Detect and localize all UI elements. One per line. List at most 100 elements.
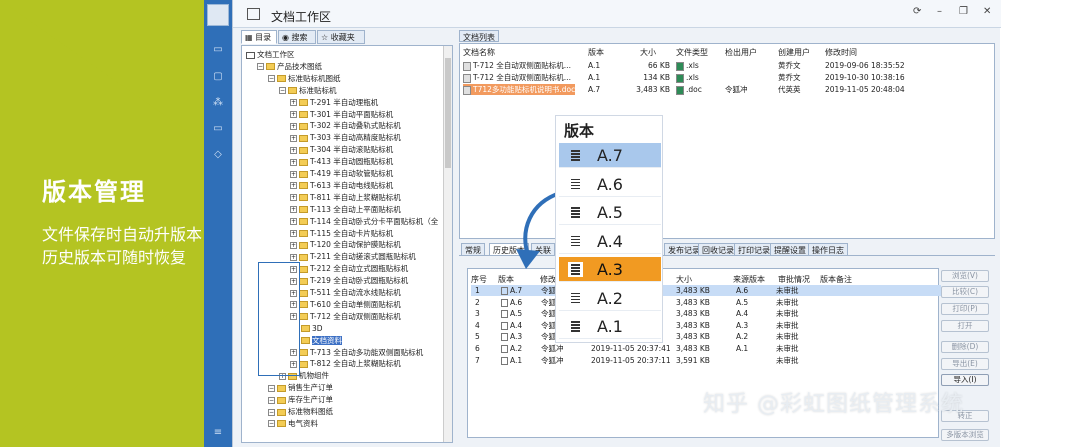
column-header[interactable]: 版本 <box>588 47 604 58</box>
column-header[interactable]: 版本备注 <box>820 274 852 285</box>
tree-node[interactable]: − 产品技术图纸 <box>257 61 322 72</box>
history-row[interactable]: 4 A.4 令狐 3,483 KB A.3 未审批 <box>471 320 941 331</box>
table-row[interactable]: T-712 全自动双侧面贴标机... A.1 134 KB .xls 黄乔文 2019-1… <box>463 72 983 83</box>
tree-node[interactable]: 3D <box>301 323 323 334</box>
avatar[interactable] <box>207 4 229 26</box>
expand-icon[interactable]: + <box>290 170 297 178</box>
tree-node[interactable]: + T-212 全自动立式圆瓶贴标机 <box>290 263 408 274</box>
tree-node[interactable]: + T-113 全自动上平面贴标机 <box>290 204 401 215</box>
tree-node[interactable]: + T-114 全自动卧式分卡平面贴标机（全 <box>290 216 438 227</box>
side-button[interactable]: 导入(I) <box>941 374 989 386</box>
expand-icon[interactable]: − <box>268 75 275 83</box>
expand-icon[interactable]: + <box>290 182 297 190</box>
side-button[interactable]: 删除(D) <box>941 341 989 353</box>
column-header[interactable]: 审批情况 <box>778 274 810 285</box>
tree-node[interactable]: + T-301 半自动平面贴标机 <box>290 109 393 120</box>
expand-icon[interactable]: − <box>268 396 275 404</box>
side-button[interactable]: 比较(C) <box>941 286 989 298</box>
table-row[interactable]: T-712 全自动双侧面贴标机... A.1 66 KB .xls 黄乔文 2019-09… <box>463 60 983 71</box>
version-item[interactable]: A.6 <box>559 172 661 197</box>
column-header[interactable]: 修改 <box>540 274 556 285</box>
tree-node[interactable]: + T-811 半自动上浆糊贴标机 <box>290 192 401 203</box>
tree-node[interactable]: − 标准物料图纸 <box>268 406 333 417</box>
table-row[interactable]: T712多功能贴标机说明书.doc A.7 3,483 KB .doc 令狐冲 代英英 20… <box>463 84 983 95</box>
expand-icon[interactable]: + <box>290 146 297 154</box>
column-header[interactable]: 序号 <box>471 274 487 285</box>
screen-icon[interactable]: ▭ <box>212 124 224 134</box>
expand-icon[interactable]: + <box>290 230 297 237</box>
expand-icon[interactable]: + <box>290 134 297 142</box>
tab-catalog[interactable]: ▦ 目录 <box>241 30 277 44</box>
monitor-icon[interactable]: ▭ <box>212 45 224 55</box>
expand-icon[interactable]: + <box>290 206 297 214</box>
side-button[interactable]: 打印(P) <box>941 303 989 315</box>
bottom-tab[interactable]: 打印记录 <box>734 243 774 256</box>
history-row[interactable]: 1 A.7 令狐 3,483 KB A.6 未审批 <box>471 285 941 296</box>
tree-node[interactable]: + T-712 全自动双侧面贴标机 <box>290 311 401 322</box>
expand-icon[interactable]: − <box>257 63 264 71</box>
restore-icon[interactable]: ❐ <box>959 6 968 17</box>
menu-icon[interactable]: ≡ <box>212 428 224 438</box>
tree-node[interactable]: − 标准贴标机 <box>279 85 337 96</box>
side-button[interactable]: 导出(E) <box>941 358 989 370</box>
tree-node[interactable]: − 标准贴标机图纸 <box>268 73 341 84</box>
tree-node[interactable]: 文档工作区 <box>246 49 295 60</box>
expand-icon[interactable]: + <box>290 122 297 130</box>
tree-node[interactable]: + T-713 全自动多功能双侧面贴标机 <box>290 347 423 358</box>
bottom-tab[interactable]: 操作日志 <box>808 243 848 256</box>
history-row[interactable]: 6 A.2 令狐冲 2019-11-05 20:37:41 3,483 KB A.1 未审批 <box>471 343 941 354</box>
expand-icon[interactable]: + <box>290 158 297 166</box>
column-header[interactable]: 大小 <box>676 274 692 285</box>
expand-icon[interactable]: + <box>290 99 297 107</box>
column-header[interactable]: 来源版本 <box>733 274 765 285</box>
tree-node[interactable]: + T-291 半自动理瓶机 <box>290 97 378 108</box>
tree-node[interactable]: + T-115 全自动卡片贴标机 <box>290 228 393 239</box>
tab-search[interactable]: ◉ 搜索 <box>278 30 316 44</box>
tree-node[interactable]: + T-120 全自动保护膜贴标机 <box>290 239 401 250</box>
expand-icon[interactable]: − <box>268 420 275 428</box>
history-row[interactable]: 7 A.1 令狐冲 2019-11-05 20:37:11 3,591 KB 未审批 <box>471 355 941 366</box>
refresh-icon[interactable]: ⟳ <box>913 6 921 17</box>
folder-icon[interactable]: ▢ <box>212 72 224 82</box>
expand-icon[interactable]: + <box>290 194 297 202</box>
version-item[interactable]: A.3 <box>559 257 661 282</box>
tree-node[interactable]: + T-302 半自动叠轨式贴标机 <box>290 120 401 131</box>
tree-node[interactable]: + T-211 全自动搓滚式圆瓶贴标机 <box>290 251 416 262</box>
history-row[interactable]: 5 A.3 令狐 3,483 KB A.2 未审批 <box>471 331 941 342</box>
version-item[interactable]: A.7 <box>559 143 661 168</box>
tree-node[interactable]: + T-419 半自动软管贴标机 <box>290 168 393 179</box>
column-header[interactable]: 版本 <box>498 274 514 285</box>
expand-icon[interactable]: − <box>268 408 275 416</box>
expand-icon[interactable]: − <box>279 87 286 95</box>
doclist-tab[interactable]: 文档列表 <box>459 30 499 42</box>
side-button[interactable]: 打开 <box>941 320 989 332</box>
side-button[interactable]: 浏览(V) <box>941 270 989 282</box>
tree-node[interactable]: + T-303 半自动高精度贴标机 <box>290 132 401 143</box>
bottom-tab[interactable]: 回收记录 <box>698 243 738 256</box>
column-header[interactable]: 文件类型 <box>676 47 708 58</box>
column-header[interactable]: 修改时间 <box>825 47 857 58</box>
version-item[interactable]: A.1 <box>559 314 661 339</box>
close-icon[interactable]: ✕ <box>983 6 991 17</box>
tree-node[interactable]: + T-511 全自动流水线贴标机 <box>290 287 401 298</box>
column-header[interactable]: 文档名称 <box>463 47 495 58</box>
expand-icon[interactable]: − <box>268 384 275 392</box>
tab-favorites[interactable]: ☆ 收藏夹 <box>317 30 365 44</box>
column-header[interactable]: 检出用户 <box>725 47 757 58</box>
side-button[interactable]: 多版本浏览 <box>941 429 989 441</box>
cube-icon[interactable]: ◇ <box>212 150 224 160</box>
version-item[interactable]: A.5 <box>559 200 661 225</box>
tree-node[interactable]: − 销售生产订单 <box>268 382 333 393</box>
tree-node[interactable]: + T-613 半自动电线贴标机 <box>290 180 393 191</box>
tree-node[interactable]: + T-219 全自动卧式圆瓶贴标机 <box>290 275 408 286</box>
nodes-icon[interactable]: ⁂ <box>212 98 224 108</box>
bottom-tab[interactable]: 常规 <box>461 243 485 256</box>
history-row[interactable]: 2 A.6 令狐 3,483 KB A.5 未审批 <box>471 297 941 308</box>
version-item[interactable]: A.4 <box>559 229 661 254</box>
tree-node[interactable]: + T-812 全自动上浆糊贴标机 <box>290 358 401 369</box>
expand-icon[interactable]: + <box>290 241 297 249</box>
column-header[interactable]: 创建用户 <box>778 47 810 58</box>
minimize-icon[interactable]: – <box>937 6 942 17</box>
tree-scrollbar[interactable] <box>443 46 452 442</box>
tree-node[interactable]: + T-413 半自动圆瓶贴标机 <box>290 156 393 167</box>
